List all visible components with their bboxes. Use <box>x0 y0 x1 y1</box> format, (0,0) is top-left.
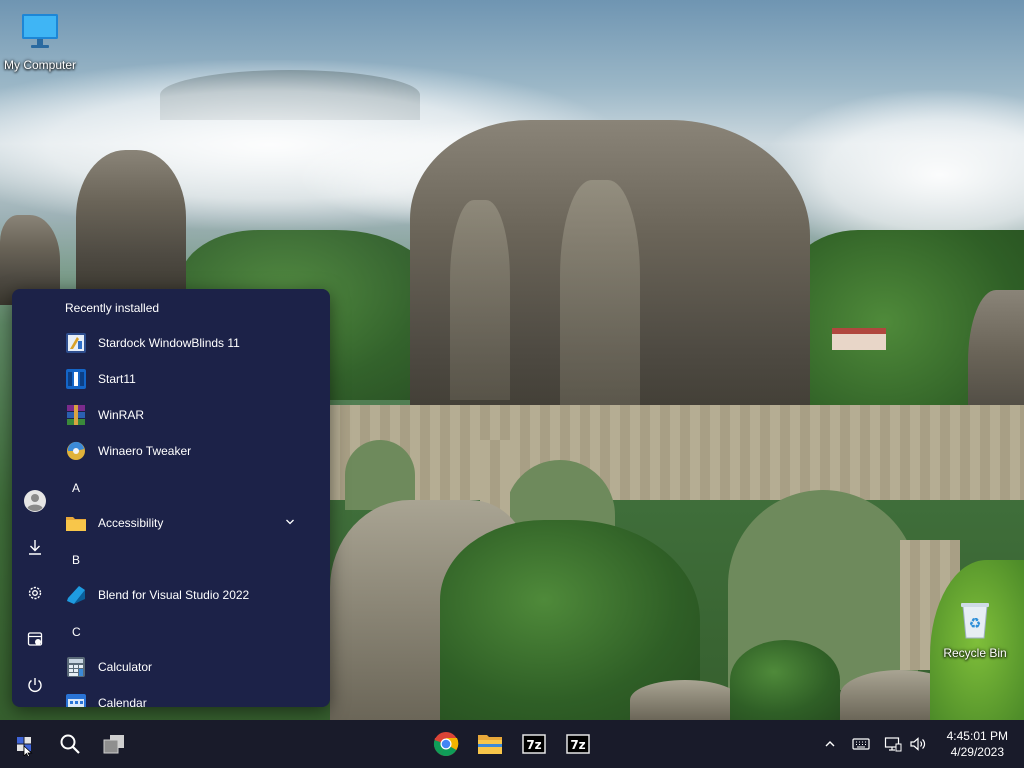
file-explorer-rail-button[interactable] <box>23 627 47 651</box>
start11-icon <box>64 367 88 391</box>
search-button[interactable] <box>54 728 86 760</box>
svg-text:♻: ♻ <box>969 616 982 632</box>
network-icon <box>884 737 902 752</box>
task-view-icon <box>103 735 124 754</box>
group-letter-b[interactable]: B <box>72 553 80 567</box>
taskbar-7zip-button[interactable]: 7z <box>518 728 550 760</box>
desktop-icon-my-computer[interactable]: My Computer <box>0 10 80 72</box>
recycle-bin-icon: ♻ <box>955 598 995 642</box>
user-avatar-button[interactable] <box>23 489 47 513</box>
calendar-icon <box>64 691 88 707</box>
user-avatar-icon <box>24 490 46 512</box>
task-view-button[interactable] <box>98 728 130 760</box>
app-item-accessibility-folder[interactable]: Accessibility <box>64 507 316 539</box>
chrome-icon <box>433 732 459 757</box>
app-item-winrar[interactable]: WinRAR <box>64 399 316 431</box>
app-item-label: Blend for Visual Studio 2022 <box>98 588 250 602</box>
app-item-calendar[interactable]: Calendar <box>64 687 316 707</box>
winaero-tweaker-icon <box>64 439 88 463</box>
desktop-icon-label: Recycle Bin <box>943 646 1007 660</box>
app-item-label: WinRAR <box>98 408 145 422</box>
clock-time: 4:45:01 PM <box>946 729 1008 743</box>
volume-tray-button[interactable] <box>908 734 928 754</box>
taskbar-clock[interactable]: 4:45:01 PM 4/29/2023 <box>947 728 1008 760</box>
file-explorer-rail-icon <box>27 632 43 646</box>
blend-icon <box>64 583 88 607</box>
taskbar-chrome-button[interactable] <box>430 728 462 760</box>
downloads-icon <box>29 540 41 555</box>
winrar-icon <box>64 403 88 427</box>
recently-installed-heading: Recently installed <box>65 301 160 315</box>
start-button[interactable] <box>8 728 40 760</box>
taskbar-7zip-button-2[interactable]: 7z <box>562 728 594 760</box>
power-button[interactable] <box>23 673 47 697</box>
7zip-icon: 7z <box>522 734 546 754</box>
calculator-icon <box>64 655 88 679</box>
file-explorer-icon <box>478 735 502 754</box>
desktop-icon-recycle-bin[interactable]: ♻ Recycle Bin <box>935 598 1015 660</box>
svg-text:7z: 7z <box>570 738 585 752</box>
volume-icon <box>910 737 926 751</box>
desktop-icon-label: My Computer <box>3 58 77 72</box>
keyboard-icon <box>852 738 870 750</box>
downloads-button[interactable] <box>23 535 47 559</box>
app-item-winaero-tweaker[interactable]: Winaero Tweaker <box>64 435 316 467</box>
app-item-label: Accessibility <box>98 516 164 530</box>
start-logo-icon <box>17 737 33 756</box>
app-item-label: Stardock WindowBlinds 11 <box>98 336 240 350</box>
app-item-label: Start11 <box>98 372 136 386</box>
group-letter-a[interactable]: A <box>72 481 80 495</box>
app-item-calculator[interactable]: Calculator <box>64 651 316 683</box>
app-item-label: Calendar <box>98 696 147 707</box>
taskbar: 7z 7z 4:45:01 PM 4/29/2023 <box>0 720 1024 768</box>
svg-text:7z: 7z <box>526 738 541 752</box>
settings-gear-icon <box>28 586 42 600</box>
settings-button[interactable] <box>23 581 47 605</box>
7zip-icon: 7z <box>566 734 590 754</box>
power-icon <box>28 678 42 692</box>
windowblinds-icon <box>64 331 88 355</box>
app-item-blend-visual-studio[interactable]: Blend for Visual Studio 2022 <box>64 579 316 611</box>
folder-icon <box>64 511 88 535</box>
app-item-start11[interactable]: Start11 <box>64 363 316 395</box>
chevron-up-icon <box>825 741 835 747</box>
start-menu: Recently installed Stardock WindowBlinds… <box>12 289 330 707</box>
app-item-windowblinds[interactable]: Stardock WindowBlinds 11 <box>64 327 316 359</box>
app-item-label: Calculator <box>98 660 153 674</box>
taskbar-file-explorer-button[interactable] <box>474 728 506 760</box>
start-menu-side-rail <box>12 289 58 707</box>
app-item-label: Winaero Tweaker <box>98 444 192 458</box>
show-hidden-icons-button[interactable] <box>820 734 840 754</box>
group-letter-c[interactable]: C <box>72 625 81 639</box>
start-menu-app-list: Recently installed Stardock WindowBlinds… <box>58 289 330 707</box>
monitor-icon <box>18 10 62 54</box>
keyboard-tray-button[interactable] <box>851 734 871 754</box>
chevron-down-icon[interactable] <box>284 516 296 531</box>
search-icon <box>60 734 80 754</box>
network-tray-button[interactable] <box>883 734 903 754</box>
clock-date: 4/29/2023 <box>950 745 1004 759</box>
